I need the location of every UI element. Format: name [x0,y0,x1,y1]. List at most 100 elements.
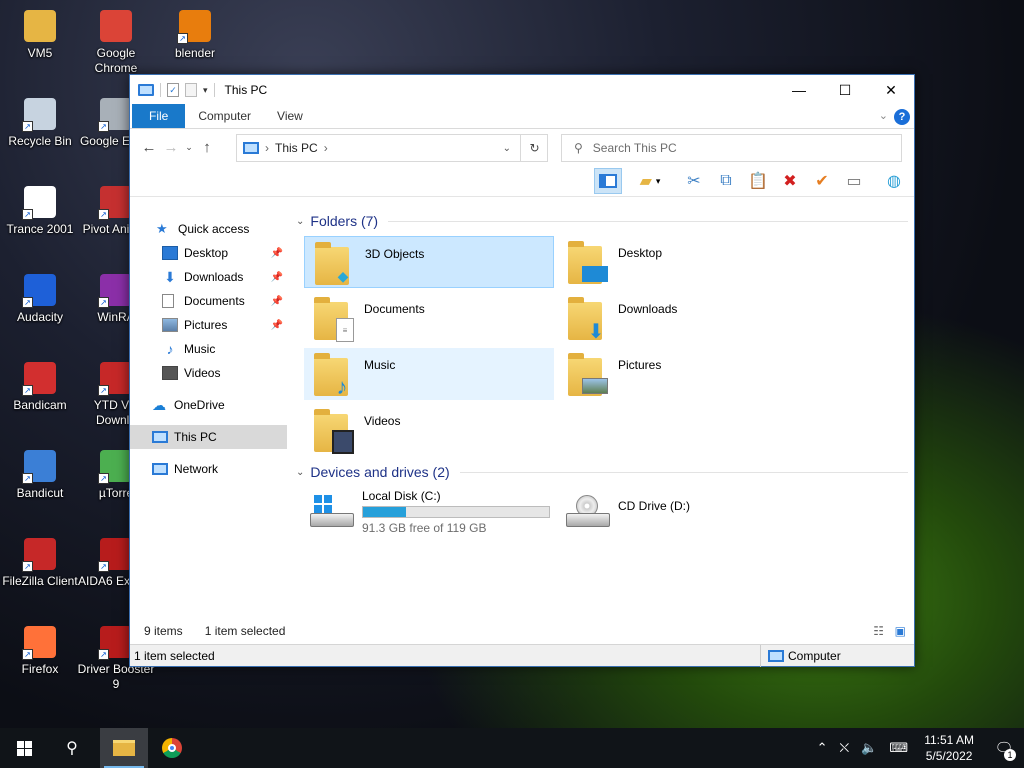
desktop-icon-firefox[interactable]: ↗ Firefox [0,626,80,677]
drive-c-free-space: 91.3 GB free of 119 GB [362,521,487,535]
pin-icon[interactable]: 📌 [271,320,283,331]
folder-desktop[interactable]: Desktop [558,236,808,288]
nav-music[interactable]: ♪ Music [130,337,287,361]
taskbar-file-explorer[interactable] [100,728,148,768]
windows-logo-icon [16,740,32,756]
address-bar[interactable]: › This PC › ⌄ [236,134,548,162]
nav-network[interactable]: Network [130,457,287,481]
collapse-caret-icon[interactable]: ⌄ [296,467,304,478]
breadcrumb-separator[interactable]: › [265,141,269,155]
shortcut-arrow-icon: ↗ [22,121,33,132]
pin-icon[interactable]: 📌 [271,296,283,307]
breadcrumb-chevron[interactable]: › [324,141,328,155]
windows-drive-icon [310,495,356,535]
desktop-icon-audacity[interactable]: ↗ Audacity [0,274,80,325]
folder-downloads-icon: ⬇ [568,296,608,343]
title-bar[interactable]: ✓ ▾ This PC — ☐ ✕ [130,75,914,105]
expand-ribbon-icon[interactable]: ⌄ [879,109,888,122]
pin-icon[interactable]: 📌 [271,272,283,283]
desktop-icon-bandicam[interactable]: ↗ Bandicam [0,362,80,413]
nav-downloads[interactable]: ⬇ Downloads 📌 [130,265,287,289]
app-icon: ↗ [98,450,132,484]
tab-view[interactable]: View [264,104,316,128]
devices-group-header[interactable]: ⌄ Devices and drives (2) [296,464,908,480]
shortcut-arrow-icon: ↗ [22,473,33,484]
pin-icon[interactable]: 📌 [271,248,283,259]
refresh-button[interactable]: ↻ [520,134,548,162]
desktop-icon-blender[interactable]: ↗ blender [155,10,235,61]
properties-button[interactable]: ▭ [840,168,868,194]
close-button[interactable]: ✕ [868,75,914,105]
rename-button[interactable]: ✔ [808,168,836,194]
computer-icon [243,142,259,154]
paste-button[interactable]: 📋 [744,168,772,194]
delete-button[interactable]: ✖ [776,168,804,194]
shortcut-arrow-icon: ↗ [98,209,109,220]
folder-music[interactable]: ♪ Music [304,348,554,400]
nav-desktop[interactable]: Desktop 📌 [130,241,287,265]
network-location-button[interactable]: ◍ [880,168,908,194]
folder-videos[interactable]: Videos [304,404,554,456]
search-input[interactable]: ⚲ Search This PC [561,134,902,162]
network-icon [152,463,168,475]
desktop-icon-trance-2001[interactable]: ↗ Trance 2001 [0,186,80,237]
start-button[interactable] [0,728,48,768]
folders-group-header[interactable]: ⌄ Folders (7) [296,213,909,229]
folder-downloads[interactable]: ⬇ Downloads [558,292,808,344]
large-icons-view-icon[interactable]: ▣ [895,624,906,638]
drive-cd-d[interactable]: CD Drive (D:) [562,489,812,535]
maximize-button[interactable]: ☐ [822,75,868,105]
notification-center-button[interactable]: 🗨 1 [984,739,1024,761]
navigation-pane: ★ Quick access Desktop 📌 ⬇ Downloads 📌 D… [130,209,287,639]
details-view-icon[interactable]: ☷ [873,624,884,638]
copy-button[interactable]: ⧉ [712,168,740,194]
nav-videos[interactable]: Videos [130,361,287,385]
minimize-button[interactable]: — [776,75,822,105]
properties-icon[interactable]: ✓ [167,83,179,97]
cut-button[interactable]: ✂ [680,168,708,194]
breadcrumb-this-pc[interactable]: This PC [275,141,318,155]
recent-locations-icon[interactable]: ⌄ [182,142,196,153]
nav-documents[interactable]: Documents 📌 [130,289,287,313]
delete-x-icon: ✖ [783,173,797,190]
folder-pictures[interactable]: Pictures [558,348,808,400]
desktop-icon-bandicut[interactable]: ↗ Bandicut [0,450,80,501]
preview-pane-button[interactable] [594,168,622,194]
status-bar: 9 items 1 item selected ☷ ▣ [130,620,914,642]
search-button[interactable]: ⚲ [48,728,96,768]
customize-qat-icon[interactable]: ▾ [203,85,208,96]
app-icon: ↗ [177,10,211,44]
clock[interactable]: 11:51 AM 5/5/2022 [924,732,974,764]
new-folder-icon[interactable] [185,83,197,97]
desktop-icon-recycle-bin[interactable]: ↗ Recycle Bin [0,98,80,149]
address-dropdown-icon[interactable]: ⌄ [503,143,511,154]
folder-documents[interactable]: ≡ Documents [304,292,554,344]
up-arrow-icon[interactable]: ↑ [196,139,218,156]
folder-3d-objects[interactable]: ◆ 3D Objects [304,236,554,288]
input-language-icon[interactable]: ⌨ [889,740,908,756]
desktop-icon-google-chrome[interactable]: Google Chrome [76,10,156,76]
desktop-icon-filezilla-client[interactable]: ↗ FileZilla Client [0,538,80,589]
film-icon [162,366,178,380]
desktop-icon-vm5[interactable]: VM5 [0,10,80,61]
taskbar-chrome[interactable] [148,728,196,768]
collapse-caret-icon[interactable]: ⌄ [296,216,304,227]
new-folder-button[interactable]: ▰ ▾ [632,168,668,194]
nav-onedrive[interactable]: ☁ OneDrive [130,393,287,417]
forward-arrow-icon[interactable]: → [160,139,182,156]
tab-file[interactable]: File [132,104,186,128]
drive-local-disk-c[interactable]: Local Disk (C:) 91.3 GB free of 119 GB [306,489,556,535]
back-arrow-icon[interactable]: ← [138,139,160,156]
app-icon: ↗ [98,362,132,396]
nav-quick-access[interactable]: ★ Quick access [130,217,287,241]
drive-d-label: CD Drive (D:) [618,499,690,513]
tab-computer[interactable]: Computer [185,104,264,128]
folder-videos-icon [314,408,354,454]
app-icon: ↗ [98,538,132,572]
nav-pictures[interactable]: Pictures 📌 [130,313,287,337]
show-hidden-icons-icon[interactable]: ⌃ [817,740,828,756]
help-icon[interactable]: ? [894,109,910,125]
volume-icon[interactable]: 🔈 [861,740,877,756]
nav-this-pc[interactable]: This PC [130,425,287,449]
network-disconnected-icon[interactable]: ⛌ [840,740,850,756]
